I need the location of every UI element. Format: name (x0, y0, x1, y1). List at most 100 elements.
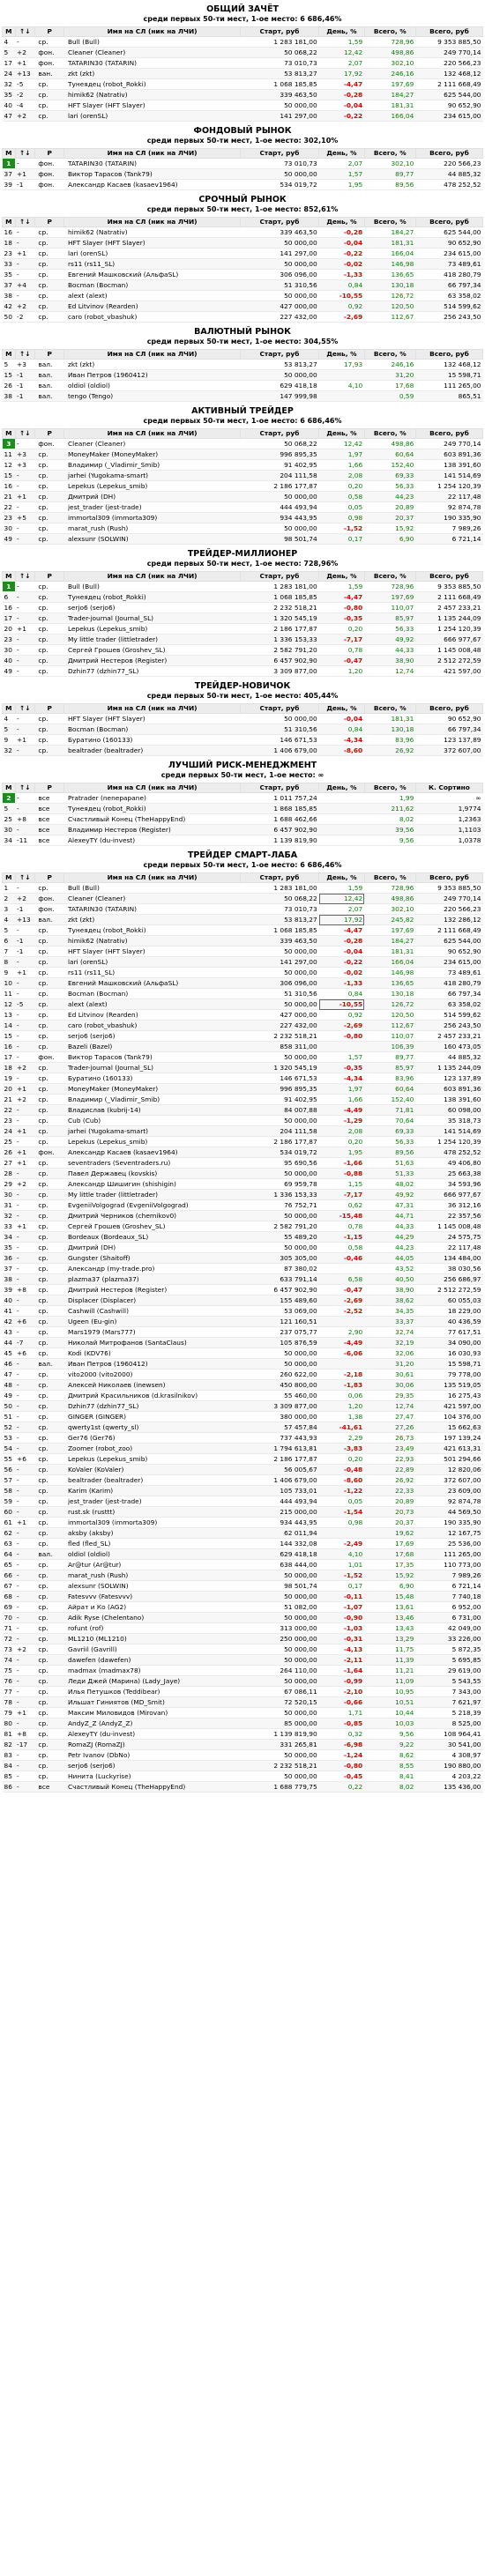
table-row[interactable]: 75- ср. madmax (madmax78) 264 110,00 -1,64 11… (2, 1665, 483, 1676)
participant-name[interactable]: bealtrader (bealtrader) (63, 745, 241, 756)
column-header[interactable]: Старт, руб (239, 26, 320, 37)
table-row[interactable]: 20 +1 ср. MoneyMaker (MoneyMaker) 996 895,35… (2, 1083, 483, 1095)
column-header[interactable]: День, % (318, 26, 365, 37)
table-row[interactable]: 31- ср. EvgeniiVolgograd (EvgeniiVolgograd… (2, 1199, 483, 1211)
table-row[interactable]: 18- ср. HFT Slayer (HFT Slayer) 50 000,00 -0… (2, 237, 483, 249)
participant-name[interactable]: Владислав (kubrij-14) (63, 1104, 241, 1116)
participant-name[interactable]: zkt (zkt) (63, 914, 241, 925)
column-header[interactable]: М (2, 428, 16, 439)
table-row[interactable]: 40 -4 ср. HFT Slayer (HFT Slayer) 50 000,00-… (2, 100, 483, 111)
table-row[interactable]: 61 +1 ср. immortal309 (immorta309) 934 443,9… (2, 1517, 483, 1528)
table-row[interactable]: 30- ср. Сергей Грошев (Groshev_SL) 2 582 79… (2, 644, 483, 656)
participant-name[interactable]: Иван Петров (1960412) (63, 369, 241, 381)
participant-name[interactable]: Dzhin77 (dzhin77_SL) (63, 665, 241, 677)
column-header[interactable]: Имя на СЛ (ник на ЛЧИ) (63, 26, 241, 37)
column-header[interactable]: Старт, руб (239, 428, 320, 439)
participant-name[interactable]: caro (robot_vbashuk) (63, 311, 241, 323)
column-header[interactable]: ↑↓ (14, 26, 35, 37)
participant-name[interactable]: caro (robot_vbashuk) (63, 1020, 241, 1031)
table-row[interactable]: 42 +2 ср. Ed Litvinov (Rearden) 427 000,00 0,… (2, 301, 483, 312)
participant-name[interactable]: Александр Касаев (kasaev1964) (63, 179, 241, 190)
column-header[interactable]: Старт, руб (239, 349, 320, 360)
participant-name[interactable]: serjo6 (serjo6) (63, 1760, 241, 1771)
table-row[interactable]: 39 +8 ср. Дмитрий Нестеров (Register) 6 457 … (2, 1284, 483, 1295)
participant-name[interactable]: aksby (aksby) (63, 1527, 241, 1539)
table-row[interactable]: 17 +1 фон. TATARIN30 (TATARIN) 73 010,73 2,07… (2, 57, 483, 69)
table-row[interactable]: 35- ср. Евгений Машковский (АльфаSL) 306 09… (2, 269, 483, 280)
participant-name[interactable]: Леди Джей (Марина) (Lady_Jaye) (63, 1675, 241, 1687)
table-row[interactable]: 24 +13 ван. zkt (zkt) 53 813,27 17,92 246,16 13… (2, 68, 483, 79)
table-row[interactable]: 73 +2 ср. Gavriil (Gavrill) 50 000,00 -4,13 11… (2, 1644, 483, 1655)
table-row[interactable]: 40- ср. Дмитрий Нестеров (Register) 6 457 9… (2, 655, 483, 666)
participant-name[interactable]: Сергей Грошев (Groshev_SL) (63, 1221, 241, 1232)
column-header[interactable]: Всего, руб (414, 571, 484, 582)
column-header[interactable]: День, % (318, 428, 365, 439)
column-header[interactable]: День, % (318, 571, 365, 582)
participant-name[interactable]: Dzhin77 (dzhin77_SL) (63, 1400, 241, 1412)
table-row[interactable]: 3 -1 фон. TATARIN30 (TATARIN) 73 010,73 2,07 3… (2, 903, 483, 915)
table-row[interactable]: 39 -1 фон. Александр Касаев (kasaev1964) 534… (2, 179, 483, 190)
table-row[interactable]: 5 +2 фон. Cleaner (Cleaner) 50 068,22 12,42 49… (2, 47, 483, 58)
column-header[interactable]: Имя на СЛ (ник на ЛЧИ) (63, 783, 241, 793)
participant-name[interactable]: marat_rush (Rush) (63, 523, 241, 534)
column-header[interactable]: М (2, 26, 16, 37)
participant-name[interactable]: Буратино (160133) (63, 734, 241, 746)
participant-name[interactable]: Gavriil (Gavrill) (63, 1644, 241, 1655)
column-header[interactable]: Всего, руб (414, 872, 484, 883)
table-row[interactable]: 86- все Счастливый Конец (TheHappyEnd) 1 68… (2, 1781, 483, 1793)
table-row[interactable]: 45 +6 ср. Kodi (KDV76) 50 000,00 -6,06 32,06 16… (2, 1347, 483, 1359)
table-row[interactable]: 6- ср. Тунеядец (robot_Rokki) 1 068 185,85-… (2, 591, 483, 603)
column-header[interactable]: День, % (318, 349, 365, 360)
table-row[interactable]: 36- ср. Gungster (Shaitoff) 305 305,00 -0,46… (2, 1252, 483, 1264)
participant-name[interactable]: dawefen (dawefen) (63, 1654, 241, 1666)
table-row[interactable]: 28- ср. Павел Державец (kovskis) 50 000,00-… (2, 1168, 483, 1179)
table-row[interactable]: 5- все Тунеядец (robot_Rokki) 1 868 185,85 2… (2, 803, 483, 814)
column-header[interactable]: М (2, 703, 16, 714)
table-row[interactable]: 54- ср. Zoomer (robot_zoo) 1 794 613,81 -3,8… (2, 1443, 483, 1454)
column-header[interactable]: Старт, руб (239, 703, 320, 714)
table-row[interactable]: 14- ср. caro (robot_vbashuk) 227 432,00 -2,6… (2, 1020, 483, 1031)
table-row[interactable]: 48- ср. Алексей Николаев (inewsen) 450 800,… (2, 1379, 483, 1391)
participant-name[interactable]: Ger76 (Ger76) (63, 1432, 241, 1444)
participant-name[interactable]: Cashwill (Cashwill) (63, 1305, 241, 1317)
table-row[interactable]: 79 +1 ср. Максим Миловидов (Mirovan) 50 000,… (2, 1707, 483, 1719)
participant-name[interactable]: MoneyMaker (MoneyMaker) (63, 449, 241, 460)
table-row[interactable]: 50 -2 ср. caro (robot_vbashuk) 227 432,00 -2,… (2, 311, 483, 323)
column-header[interactable]: М (2, 349, 16, 360)
column-header[interactable]: Старт, руб (239, 148, 320, 159)
column-header[interactable]: Старт, руб (239, 571, 320, 582)
participant-name[interactable]: Cleaner (Cleaner) (63, 438, 241, 449)
table-row[interactable]: 68- ср. Fatesvvv (Fatesvvv) 50 000,00 -0,11 1… (2, 1591, 483, 1602)
column-header[interactable]: Р (34, 428, 65, 439)
participant-name[interactable]: TATARIN30 (TATARIN) (63, 903, 241, 915)
table-row[interactable]: 52- ср. qwerty1st (qwerty_sl) 57 457,84 -41,… (2, 1422, 483, 1433)
participant-name[interactable]: jarhei (Yugokama-smart) (63, 470, 241, 481)
table-row[interactable]: 1- ср. Bull (Bull) 1 283 181,00 1,59 728,96 9 … (2, 581, 483, 592)
participant-name[interactable]: Adik Ryse (Chelentano) (63, 1612, 241, 1623)
table-row[interactable]: 25- ср. Lepekus (Lepekus_smib) 2 186 177,87… (2, 1136, 483, 1147)
participant-name[interactable]: Александр Касаев (kasaev1964) (63, 1147, 241, 1158)
participant-name[interactable]: HFT Slayer (HFT Slayer) (63, 237, 241, 249)
column-header[interactable]: Р (34, 26, 65, 37)
column-header[interactable]: ↑↓ (14, 571, 35, 582)
table-row[interactable]: 83- ср. Petr Ivanov (DbNo) 50 000,00 -1,24 8,… (2, 1749, 483, 1761)
table-row[interactable]: 76- ср. Леди Джей (Марина) (Lady_Jaye) 50 0… (2, 1675, 483, 1687)
table-row[interactable]: 8- ср. lari (orenSL) 141 297,00 -0,22 166,04 2… (2, 956, 483, 968)
table-row[interactable]: 23 +5 ср. immortal309 (immorta309) 934 443,9… (2, 512, 483, 523)
table-row[interactable]: 53- ср. Ger76 (Ger76) 737 443,93 2,29 26,73 19… (2, 1432, 483, 1444)
participant-name[interactable]: lari (orenSL) (63, 110, 241, 122)
column-header[interactable]: М (2, 217, 16, 227)
table-row[interactable]: 77- ср. Илья Петушков (Teddibear) 67 086,11… (2, 1686, 483, 1697)
table-row[interactable]: 46- вал. Иван Петров (1960412) 50 000,00 31,… (2, 1358, 483, 1370)
table-row[interactable]: 3- фон. Cleaner (Cleaner) 50 068,22 12,42 498… (2, 438, 483, 449)
table-row[interactable]: 78- ср. Ильшат Гиниятов (MD_Smit) 72 520,15… (2, 1696, 483, 1708)
table-row[interactable]: 33 +1 ср. Сергей Грошев (Groshev_SL) 2 582 7… (2, 1221, 483, 1232)
table-row[interactable]: 38- ср. plazma37 (plazma37) 633 791,14 6,58 4… (2, 1273, 483, 1285)
column-header[interactable]: М (2, 148, 16, 159)
table-row[interactable]: 80- ср. AndyZ_Z (AndyZ_Z) 85 000,00 -0,85 10,… (2, 1718, 483, 1729)
participant-name[interactable]: Дмитрий Черников (chernikov0) (63, 1210, 241, 1221)
column-header[interactable]: Всего, % (363, 872, 416, 883)
participant-name[interactable]: Павел Державец (kovskis) (63, 1168, 241, 1179)
table-row[interactable]: 6 -1 ср. himik62 (Natrativ) 339 463,50 -0,28 1… (2, 935, 483, 947)
participant-name[interactable]: Айрат и Ко (AG2) (63, 1601, 241, 1613)
